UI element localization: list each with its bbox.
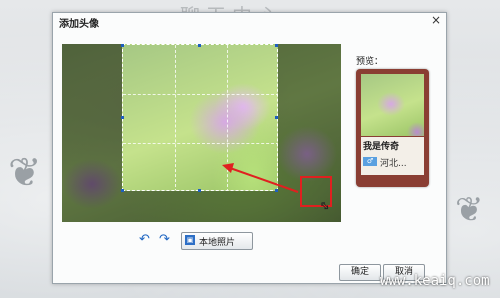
watermark: www.keaiq.com xyxy=(380,273,490,289)
gender-icon: ♂ xyxy=(363,157,377,166)
add-avatar-dialog: 添加头像 × ⇕ ↶ ↷ ▣ 本地照片 预览： 我是传奇 ♂ 河北... 确定 … xyxy=(52,12,447,284)
dialog-titlebar: 添加头像 × xyxy=(53,13,446,30)
preview-avatar xyxy=(361,74,424,136)
local-photo-button[interactable]: ▣ 本地照片 xyxy=(181,232,253,250)
preview-info: 我是传奇 ♂ 河北... xyxy=(361,137,424,175)
close-icon[interactable]: × xyxy=(431,14,441,26)
preview-region: 河北... xyxy=(380,159,407,169)
decorative-ornament: ❦ xyxy=(455,190,484,230)
dialog-title: 添加头像 xyxy=(59,19,99,30)
decorative-ornament: ❦ xyxy=(8,150,42,196)
ok-button[interactable]: 确定 xyxy=(339,264,381,281)
undo-icon[interactable]: ↶ xyxy=(139,233,150,247)
preview-name: 我是传奇 xyxy=(363,142,400,152)
edit-toolbar: ↶ ↷ ▣ 本地照片 xyxy=(139,232,269,250)
image-icon: ▣ xyxy=(185,235,195,245)
preview-label: 预览： xyxy=(356,57,384,67)
local-photo-label: 本地照片 xyxy=(199,238,236,248)
redo-icon[interactable]: ↷ xyxy=(159,233,170,247)
preview-card: 我是传奇 ♂ 河北... xyxy=(356,69,429,187)
